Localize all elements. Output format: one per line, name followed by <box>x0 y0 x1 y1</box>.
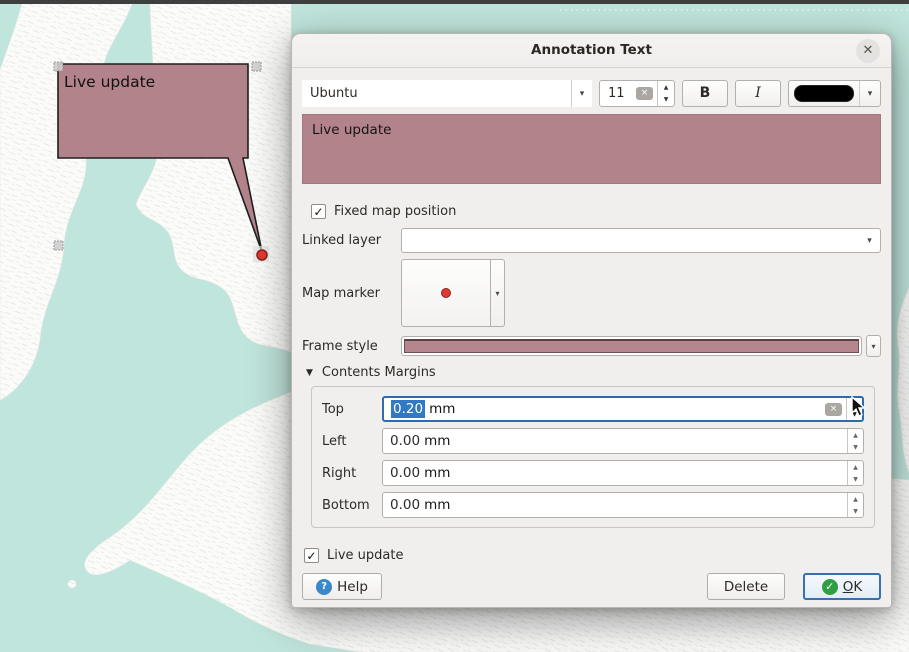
font-size-spinner[interactable]: ▲ ▼ <box>657 81 674 106</box>
spin-up-icon[interactable]: ▲ <box>848 461 863 473</box>
margin-top-value: 0.20 <box>391 400 425 418</box>
map-marker-row: Map marker ▾ <box>302 259 881 327</box>
margin-row-left: Left 0.00 mm ▲ ▼ <box>322 428 864 454</box>
map-marker-dropdown[interactable]: ▾ <box>491 259 505 327</box>
annotation-balloon-text: Live update <box>64 73 155 91</box>
bold-button[interactable]: B <box>682 80 728 107</box>
delete-button[interactable]: Delete <box>707 573 785 600</box>
button-row: ? Help Delete ✓ OK <box>302 573 881 600</box>
map-marker-button[interactable] <box>401 259 491 327</box>
margin-bottom-value: 0.00 <box>390 497 420 513</box>
margin-left-field[interactable]: 0.00 mm ▲ ▼ <box>382 428 864 454</box>
margin-top-field[interactable]: 0.20 mm × ▲ ▼ <box>382 396 864 422</box>
frame-style-label: Frame style <box>302 339 401 354</box>
top-strip <box>0 0 909 4</box>
italic-button[interactable]: I <box>735 80 781 107</box>
help-icon: ? <box>316 579 332 595</box>
spin-down-icon[interactable]: ▼ <box>848 473 863 485</box>
margin-right-value: 0.00 <box>390 465 420 481</box>
annotation-text-input[interactable]: Live update <box>302 114 881 184</box>
linked-layer-label: Linked layer <box>302 233 401 248</box>
clear-icon[interactable]: × <box>825 403 842 416</box>
margin-right-field[interactable]: 0.00 mm ▲ ▼ <box>382 460 864 486</box>
margin-right-unit: mm <box>424 465 450 481</box>
spin-up-icon[interactable]: ▲ <box>658 81 674 94</box>
color-swatch <box>794 85 854 102</box>
margin-bottom-spinner[interactable]: ▲ ▼ <box>847 493 863 517</box>
margin-left-value: 0.00 <box>390 433 420 449</box>
live-update-checkbox[interactable]: ✓ Live update <box>304 548 881 563</box>
margin-row-right: Right 0.00 mm ▲ ▼ <box>322 460 864 486</box>
help-button-label: Help <box>337 579 368 595</box>
font-family-combo[interactable]: Ubuntu ▾ <box>302 80 592 107</box>
fixed-map-position-checkbox[interactable]: ✓ Fixed map position <box>311 204 881 219</box>
map-marker-label: Map marker <box>302 286 401 301</box>
live-update-label: Live update <box>327 548 403 563</box>
mouse-cursor <box>851 396 870 418</box>
ok-button-label: OK <box>843 579 863 595</box>
font-size-value: 11 <box>600 86 625 101</box>
spin-up-icon[interactable]: ▲ <box>848 493 863 505</box>
margin-row-top: Top 0.20 mm × ▲ ▼ <box>322 396 864 422</box>
linked-layer-row: Linked layer ▾ <box>302 228 881 253</box>
frame-style-combo[interactable] <box>401 336 862 356</box>
margin-right-label: Right <box>322 466 382 481</box>
map-marker-point <box>257 250 267 260</box>
annotation-text-dialog: Annotation Text ✕ Ubuntu ▾ 11 × ▲ ▼ B I … <box>291 33 892 608</box>
margin-row-bottom: Bottom 0.00 mm ▲ ▼ <box>322 492 864 518</box>
dialog-titlebar[interactable]: Annotation Text ✕ <box>292 34 891 68</box>
margin-left-spinner[interactable]: ▲ ▼ <box>847 429 863 453</box>
margin-bottom-label: Bottom <box>322 498 382 513</box>
chevron-down-icon[interactable]: ▾ <box>859 229 880 252</box>
frame-style-row: Frame style ▾ <box>302 334 881 358</box>
margin-top-label: Top <box>322 402 382 417</box>
dialog-title: Annotation Text <box>292 42 891 58</box>
margin-bottom-field[interactable]: 0.00 mm ▲ ▼ <box>382 492 864 518</box>
margin-top-unit: mm <box>429 401 455 417</box>
frame-style-preview <box>404 339 859 353</box>
checkbox-check-icon[interactable]: ✓ <box>304 548 319 563</box>
marker-preview-icon <box>441 288 451 298</box>
margin-right-spinner[interactable]: ▲ ▼ <box>847 461 863 485</box>
linked-layer-combo[interactable]: ▾ <box>401 228 881 253</box>
ok-check-icon: ✓ <box>822 579 838 595</box>
chevron-down-icon[interactable]: ▾ <box>859 81 880 106</box>
contents-margins-header[interactable]: ▼ Contents Margins <box>306 365 881 380</box>
spin-down-icon[interactable]: ▼ <box>848 505 863 517</box>
margin-left-label: Left <box>322 434 382 449</box>
clear-icon[interactable]: × <box>636 87 653 100</box>
font-family-value: Ubuntu <box>302 86 358 101</box>
contents-margins-title: Contents Margins <box>322 365 436 380</box>
checkbox-check-icon[interactable]: ✓ <box>311 204 326 219</box>
font-size-spinbox[interactable]: 11 × ▲ ▼ <box>599 80 675 107</box>
spin-down-icon[interactable]: ▼ <box>848 441 863 453</box>
help-button[interactable]: ? Help <box>302 573 382 600</box>
delete-button-label: Delete <box>724 579 768 595</box>
collapse-triangle-icon[interactable]: ▼ <box>306 368 313 378</box>
font-color-button[interactable]: ▾ <box>788 80 881 107</box>
margin-left-unit: mm <box>424 433 450 449</box>
chevron-down-icon[interactable]: ▾ <box>571 80 592 107</box>
margin-bottom-unit: mm <box>424 497 450 513</box>
contents-margins-group: Top 0.20 mm × ▲ ▼ Left 0.00 mm ▲ ▼ <box>311 386 875 528</box>
ok-button[interactable]: ✓ OK <box>803 573 881 600</box>
spin-up-icon[interactable]: ▲ <box>848 429 863 441</box>
close-icon[interactable]: ✕ <box>856 39 880 63</box>
spin-down-icon[interactable]: ▼ <box>658 94 674 107</box>
fixed-map-position-label: Fixed map position <box>334 204 456 219</box>
frame-style-dropdown[interactable]: ▾ <box>866 335 881 357</box>
font-toolbar: Ubuntu ▾ 11 × ▲ ▼ B I ▾ <box>302 80 881 107</box>
